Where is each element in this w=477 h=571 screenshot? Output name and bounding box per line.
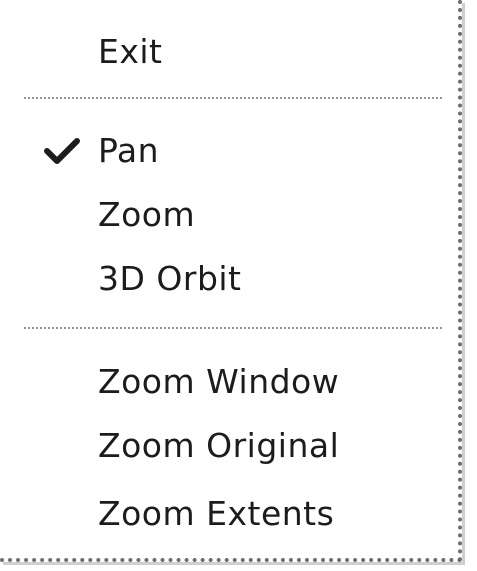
menu-item-label: Zoom [98, 195, 196, 234]
menu-item-zoom[interactable]: Zoom [0, 187, 450, 243]
menu-item-exit[interactable]: Exit [0, 24, 450, 80]
menu-item-zoom-window[interactable]: Zoom Window [0, 354, 450, 410]
checkmark-icon [44, 138, 80, 164]
menu-item-zoom-original[interactable]: Zoom Original [0, 418, 450, 474]
context-menu: Exit Pan Zoom 3D Orbit Zoom Window Zoom … [0, 0, 462, 562]
menu-item-label: Zoom Extents [98, 494, 335, 533]
menu-item-zoom-extents[interactable]: Zoom Extents [0, 486, 450, 542]
menu-separator [24, 97, 442, 99]
menu-item-label: Exit [98, 32, 163, 71]
menu-item-label: Zoom Window [98, 362, 340, 401]
menu-item-pan[interactable]: Pan [0, 123, 450, 179]
menu-item-label: Zoom Original [98, 426, 340, 465]
menu-item-label: Pan [98, 131, 160, 170]
menu-item-label: 3D Orbit [98, 259, 242, 298]
menu-separator [24, 327, 442, 329]
menu-item-3d-orbit[interactable]: 3D Orbit [0, 251, 450, 307]
